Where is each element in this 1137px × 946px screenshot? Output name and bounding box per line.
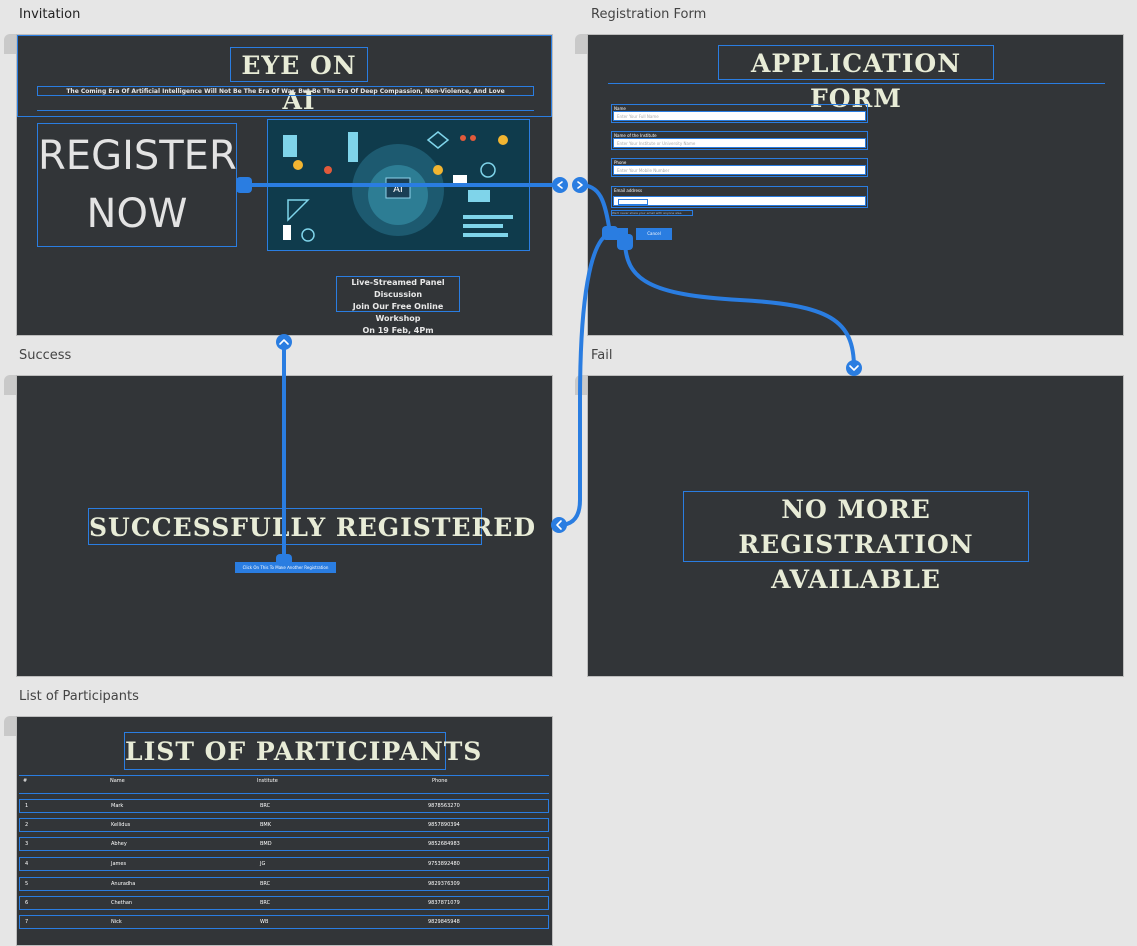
cell-name: Abhey [111,841,127,847]
now-label: NOW [86,191,188,237]
cell-index: 4 [25,861,29,867]
event-line-1: Live-Streamed Panel Discussion [351,278,445,299]
cell-institute: BRC [260,803,271,809]
cell-institute: BMK [260,822,272,828]
table-row[interactable]: 1 Mark BRC 9878563270 [19,799,549,813]
divider [608,83,1105,84]
institute-field[interactable]: Name of the Institute Enter Your Institu… [611,131,868,150]
connector-chevron-left-icon [551,517,567,533]
frame-label-invitation[interactable]: Invitation [19,7,80,22]
cell-phone: 9837871079 [428,900,460,906]
institute-input[interactable]: Enter Your Institute or University Name [613,138,866,148]
register-label: REGISTER [38,133,237,179]
cell-name: Chethan [111,900,133,906]
cell-name: James [111,861,127,867]
table-row[interactable]: 7 Nick WB 9829845948 [19,915,549,929]
cell-institute: BMD [260,841,272,847]
email-help-text: We'll never share your email with anyone… [611,210,693,216]
col-name: Name [110,778,125,784]
col-index: # [23,778,28,784]
cell-phone: 9878563270 [428,803,460,809]
frame-invitation[interactable]: EYE ON AI The Coming Era Of Artificial I… [16,34,553,336]
frame-registration[interactable]: APPLICATION FORM Name Enter Your Full Na… [587,34,1124,336]
frame-tab[interactable] [4,375,16,395]
connector-chevron-icon [572,177,588,193]
frame-tab[interactable] [575,375,587,395]
email-input-selection [618,199,648,205]
event-details[interactable]: Live-Streamed Panel Discussion Join Our … [336,276,460,335]
frame-label-registration[interactable]: Registration Form [591,7,706,22]
cell-index: 5 [25,881,29,887]
cell-phone: 9829376309 [428,881,460,887]
register-now-button[interactable]: REGISTER NOW [37,123,237,247]
event-line-2: Join Our Free Online Workshop [352,302,444,323]
cell-name: Mark [111,803,124,809]
col-institute: Institute [257,778,278,784]
frame-tab[interactable] [4,716,16,736]
cell-phone: 9829845948 [428,919,460,925]
connector-chevron-icon [552,177,568,193]
cell-name: Kellidus [111,822,131,828]
name-input[interactable]: Enter Your Full Name [613,111,866,121]
frame-label-success[interactable]: Success [19,348,71,363]
connector-chevron-down-icon [846,360,862,376]
cell-index: 3 [25,841,29,847]
email-label: Email address [614,188,643,193]
table-row[interactable]: 4 James JG 9753892480 [19,857,549,871]
cell-name: Nick [111,919,122,925]
divider [37,110,534,111]
email-input[interactable] [613,196,866,206]
fail-title[interactable]: NO MORE REGISTRATION AVAILABLE [683,491,1029,594]
frame-tab[interactable] [575,34,587,54]
fail-title-line-2: AVAILABLE [771,565,941,594]
frame-success[interactable]: SUCCESSFULLY REGISTERED Click On This To… [16,375,553,677]
participants-title[interactable]: LIST OF PARTICIPANTS [124,732,481,770]
name-field[interactable]: Name Enter Your Full Name [611,104,868,123]
event-tagline[interactable]: The Coming Era Of Artificial Intelligenc… [37,86,534,96]
success-title[interactable]: SUCCESSFULLY REGISTERED [88,508,535,545]
ai-illustration: AI [267,119,530,251]
ai-chip-label: AI [393,184,403,195]
form-title[interactable]: APPLICATION FORM [718,45,994,113]
table-row[interactable]: 5 Anuradha BRC 9829376309 [19,877,549,891]
ai-illustration-icon: AI [268,120,529,250]
cell-institute: JG [260,861,266,867]
cell-institute: BRC [260,881,271,887]
phone-field[interactable]: Phone Enter Your Mobile Number [611,158,868,177]
cell-name: Anuradha [111,881,136,887]
table-row[interactable]: 2 Kellidus BMK 9857890394 [19,818,549,832]
event-line-3: On 19 Feb, 4Pm [362,326,434,335]
cell-index: 1 [25,803,29,809]
table-header: # Name Institute Phone [19,775,549,794]
frame-participants[interactable]: LIST OF PARTICIPANTS # Name Institute Ph… [16,716,553,946]
cell-index: 6 [25,900,29,906]
frame-label-fail[interactable]: Fail [591,348,612,363]
frame-fail[interactable]: NO MORE REGISTRATION AVAILABLE [587,375,1124,677]
make-another-registration-button[interactable]: Click On This To Make Another Registrati… [235,562,336,573]
fail-title-line-1: NO MORE REGISTRATION [738,495,974,559]
table-row[interactable]: 6 Chethan BRC 9837871079 [19,896,549,910]
frame-label-participants[interactable]: List of Participants [19,689,139,704]
event-title[interactable]: EYE ON AI [230,47,368,115]
cell-phone: 9753892480 [428,861,460,867]
cell-index: 2 [25,822,29,828]
cell-phone: 9852684983 [428,841,460,847]
col-phone: Phone [432,778,448,784]
table-row[interactable]: 3 Abhey BMD 9852684983 [19,837,549,851]
connector-chevron-up-icon [276,334,292,350]
cell-institute: WB [260,919,269,925]
cancel-button[interactable]: Cancel [636,228,672,240]
email-field[interactable]: Email address [611,186,868,208]
cell-index: 7 [25,919,29,925]
frame-tab[interactable] [4,34,16,54]
submit-button[interactable] [608,228,628,240]
cell-institute: BRC [260,900,271,906]
cell-phone: 9857890394 [428,822,460,828]
phone-input[interactable]: Enter Your Mobile Number [613,165,866,175]
